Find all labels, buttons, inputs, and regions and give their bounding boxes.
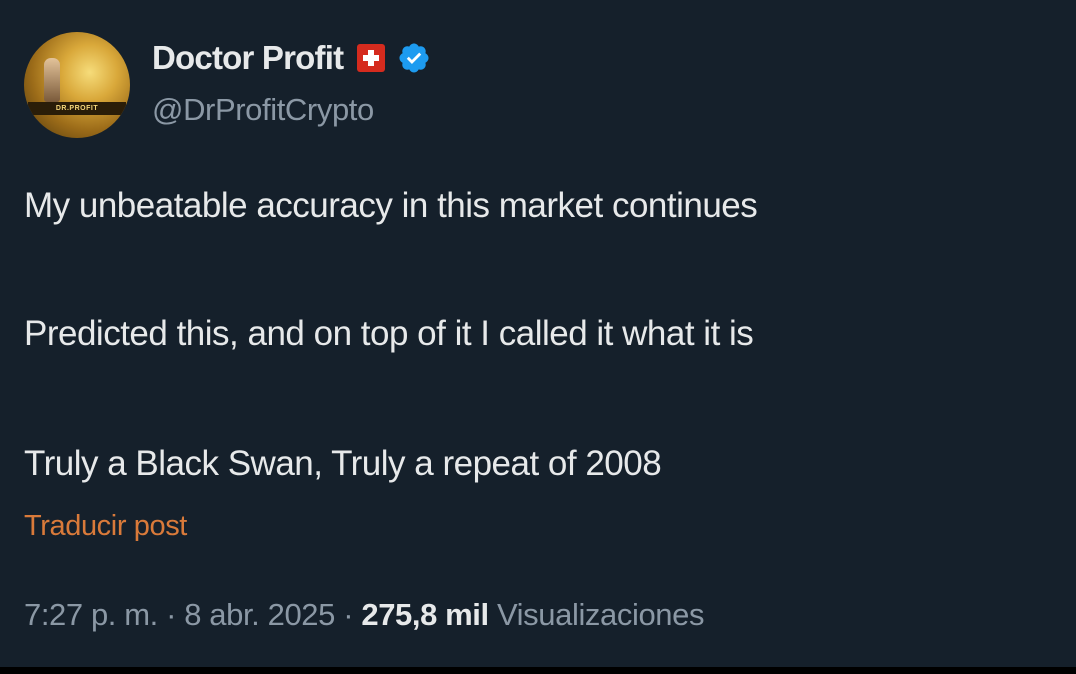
avatar-logo-text: DR.PROFIT (28, 102, 126, 115)
tweet-card: DR.PROFIT Doctor Profit @DrProfitCrypto … (0, 0, 1076, 667)
views-count[interactable]: 275,8 mil (361, 597, 489, 632)
post-time[interactable]: 7:27 p. m. (24, 597, 158, 632)
author-handle[interactable]: @DrProfitCrypto (152, 92, 374, 128)
author-name-row: Doctor Profit (152, 38, 431, 78)
avatar-figure (44, 58, 60, 102)
switzerland-flag-icon (357, 44, 386, 72)
tweet-meta: 7:27 p. m. · 8 abr. 2025 · 275,8 mil Vis… (24, 597, 704, 633)
tweet-text-line-1: My unbeatable accuracy in this market co… (24, 186, 758, 225)
meta-separator: · (343, 597, 354, 632)
meta-separator: · (166, 597, 177, 632)
views-label: Visualizaciones (496, 597, 705, 632)
translate-post-link[interactable]: Traducir post (24, 510, 187, 543)
avatar[interactable]: DR.PROFIT (24, 32, 130, 138)
author-display-name[interactable]: Doctor Profit (152, 39, 344, 77)
post-date[interactable]: 8 abr. 2025 (184, 597, 335, 632)
tweet-text-line-3: Truly a Black Swan, Truly a repeat of 20… (24, 444, 662, 483)
tweet-text-line-2: Predicted this, and on top of it I calle… (24, 314, 754, 353)
verified-badge-icon[interactable] (397, 41, 431, 75)
